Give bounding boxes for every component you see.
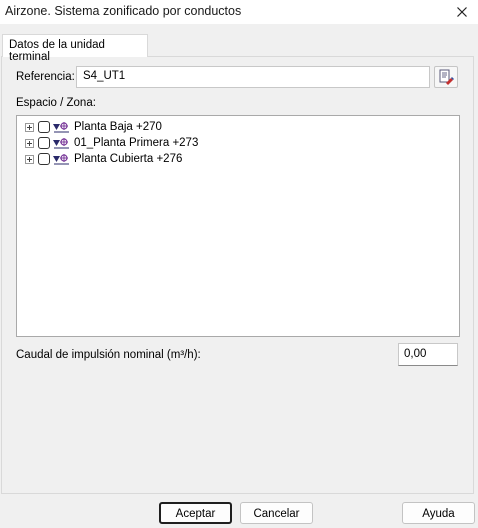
tree-node-planta-cubierta[interactable]: Planta Cubierta +276 [25,152,182,166]
tree-node-planta-primera[interactable]: 01_Planta Primera +273 [25,136,198,150]
tree-node-label: 01_Planta Primera +273 [74,137,199,149]
zone-icon [53,154,69,165]
close-button[interactable] [446,0,478,24]
tree-node-label: Planta Cubierta +276 [74,153,183,165]
accept-button[interactable]: Aceptar [159,502,232,524]
reference-input[interactable]: S4_UT1 [76,66,430,88]
zone-icon [53,122,69,133]
nominal-flow-label: Caudal de impulsión nominal (m³/h): [16,349,201,361]
help-button[interactable]: Ayuda [402,502,475,524]
reference-label: Referencia: [16,71,75,83]
expand-icon[interactable] [25,122,34,132]
window-title: Airzone. Sistema zonificado por conducto… [5,4,242,18]
title-bar: Airzone. Sistema zonificado por conducto… [0,0,478,24]
node-checkbox[interactable] [38,121,50,133]
node-checkbox[interactable] [38,153,50,165]
tree-node-planta-baja[interactable]: Planta Baja +270 [25,120,162,134]
cancel-button[interactable]: Cancelar [240,502,313,524]
space-zone-label: Espacio / Zona: [16,97,96,109]
expand-icon[interactable] [25,154,34,164]
reference-edit-button[interactable] [434,66,458,88]
nominal-flow-input[interactable]: 0,00 [398,343,458,366]
close-icon [457,7,467,17]
space-zone-tree[interactable]: Planta Baja +270 01_Planta Primera +273 … [16,115,460,337]
tab-terminal-unit-data[interactable]: Datos de la unidad terminal [2,34,148,63]
expand-icon[interactable] [25,138,34,148]
node-checkbox[interactable] [38,137,50,149]
zone-icon [53,138,69,149]
tree-node-label: Planta Baja +270 [74,121,162,133]
edit-document-icon [439,69,454,85]
